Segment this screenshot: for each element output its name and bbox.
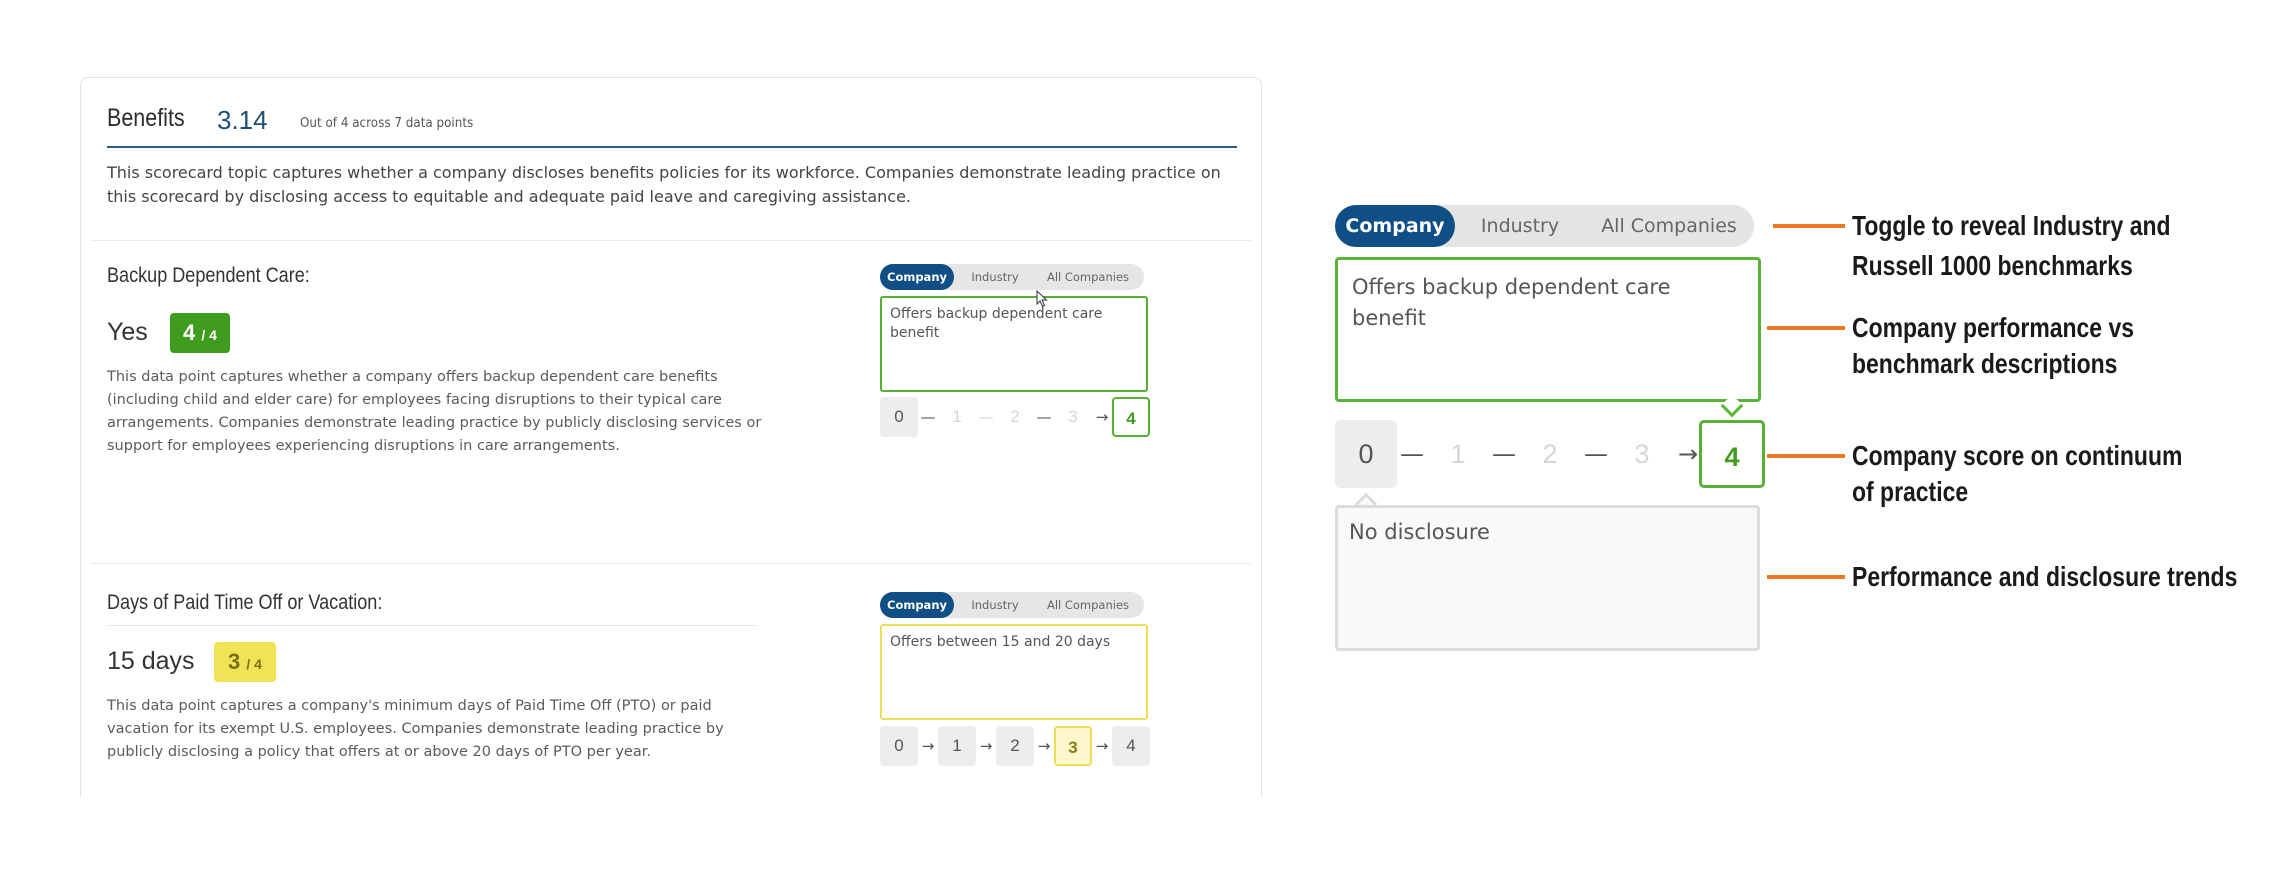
- callout-toggle-line1: Toggle to reveal Industry and: [1852, 210, 2171, 241]
- score-badge-value: 3: [228, 649, 241, 674]
- continuum-arrow: →: [979, 737, 993, 755]
- card-score-caption: Out of 4 across 7 data points: [300, 116, 474, 131]
- score-badge: 4 / 4: [170, 313, 230, 353]
- section-divider: [91, 563, 1251, 564]
- callout-description-line2: benchmark descriptions: [1852, 348, 2118, 379]
- score-step-4: 4: [1112, 726, 1150, 766]
- continuum-dash: —: [1400, 440, 1424, 468]
- score-step-0: 0: [880, 397, 918, 437]
- score-step-1: 1: [1450, 439, 1466, 469]
- benchmark-description-box-zoomed: Offers backup dependent care benefit: [1335, 257, 1761, 402]
- callout-score-line1: Company score on continuum: [1852, 440, 2183, 471]
- toggle-industry[interactable]: Industry: [958, 264, 1032, 290]
- score-continuum-zoomed: 0 — 1 — 2 — 3 → 4: [1335, 420, 1765, 488]
- datapoint-description: This data point captures a company's min…: [107, 698, 724, 760]
- score-step-1: 1: [952, 407, 962, 426]
- continuum-arrow: →: [921, 737, 935, 755]
- benchmark-toggle: Company Industry All Companies: [880, 592, 1144, 618]
- score-step-3: 3: [1068, 407, 1078, 426]
- score-continuum: 0 — 1 — 2 — 3 → 4: [880, 397, 1150, 437]
- mouse-pointer-icon: [1036, 290, 1048, 308]
- datapoint-description: This data point captures whether a compa…: [107, 369, 762, 454]
- score-step-1: 1: [938, 726, 976, 766]
- continuum-dash: —: [920, 408, 936, 426]
- toggle-industry[interactable]: Industry: [1458, 205, 1582, 247]
- benchmark-toggle-zoomed: Company Industry All Companies: [1335, 205, 1754, 247]
- toggle-company[interactable]: Company: [880, 592, 954, 618]
- toggle-industry[interactable]: Industry: [958, 592, 1032, 618]
- callout-toggle-line2: Russell 1000 benchmarks: [1852, 250, 2133, 281]
- card-title: Benefits: [107, 104, 185, 132]
- score-badge-value: 4: [183, 320, 196, 345]
- score-badge: 3 / 4: [214, 642, 276, 682]
- continuum-dash: —: [1036, 408, 1052, 426]
- continuum-arrow: →: [1037, 737, 1051, 755]
- continuum-dash: —: [1584, 440, 1608, 468]
- datapoint-title: Days of Paid Time Off or Vacation:: [107, 591, 383, 614]
- benchmark-description-box: Offers between 15 and 20 days: [880, 624, 1148, 720]
- continuum-dash: —: [1492, 440, 1516, 468]
- callout-score-line2: of practice: [1852, 476, 1969, 507]
- datapoint-title: Backup Dependent Care:: [107, 264, 310, 287]
- score-step-2: 2: [1010, 407, 1020, 426]
- score-step-3-current: 3: [1054, 726, 1092, 766]
- continuum-dash: —: [978, 408, 994, 426]
- benefits-scorecard-card: Benefits 3.14 Out of 4 across 7 data poi…: [80, 77, 1262, 797]
- callout-line-score: [1767, 454, 1845, 458]
- callout-trends: Performance and disclosure trends: [1852, 561, 2238, 592]
- score-step-2: 2: [996, 726, 1034, 766]
- datapoint-value: 15 days: [107, 647, 195, 675]
- score-step-0: 0: [880, 726, 918, 766]
- callout-line-description: [1767, 326, 1845, 330]
- score-step-4-current: 4: [1112, 397, 1150, 437]
- score-badge-max: / 4: [201, 327, 217, 343]
- continuum-arrow: →: [1095, 737, 1109, 755]
- callout-description-line1: Company performance vs: [1852, 312, 2134, 343]
- section-divider: [91, 240, 1251, 241]
- card-description: This scorecard topic captures whether a …: [107, 163, 1221, 206]
- callout-line-toggle: [1773, 224, 1845, 228]
- toggle-all-companies[interactable]: All Companies: [1587, 205, 1751, 247]
- performance-trend-box: No disclosure: [1335, 505, 1760, 651]
- card-header: Benefits 3.14 Out of 4 across 7 data poi…: [107, 102, 1237, 148]
- callout-line-trends: [1767, 575, 1845, 579]
- toggle-all-companies[interactable]: All Companies: [1036, 592, 1140, 618]
- score-badge-max: / 4: [246, 656, 262, 672]
- toggle-company[interactable]: Company: [880, 264, 954, 290]
- score-step-0: 0: [1335, 420, 1397, 488]
- datapoint-value: Yes: [107, 318, 148, 346]
- score-step-4-current: 4: [1699, 420, 1765, 488]
- score-step-2: 2: [1542, 439, 1558, 469]
- toggle-all-companies[interactable]: All Companies: [1036, 264, 1140, 290]
- toggle-company[interactable]: Company: [1335, 205, 1455, 247]
- score-continuum: 0 → 1 → 2 → 3 → 4: [880, 726, 1150, 766]
- score-step-3: 3: [1634, 439, 1650, 469]
- continuum-arrow: →: [1095, 408, 1109, 426]
- card-score: 3.14: [217, 105, 268, 135]
- benchmark-description-box: Offers backup dependent care benefit: [880, 296, 1148, 392]
- benchmark-toggle: Company Industry All Companies: [880, 264, 1144, 290]
- title-underline: [107, 625, 757, 626]
